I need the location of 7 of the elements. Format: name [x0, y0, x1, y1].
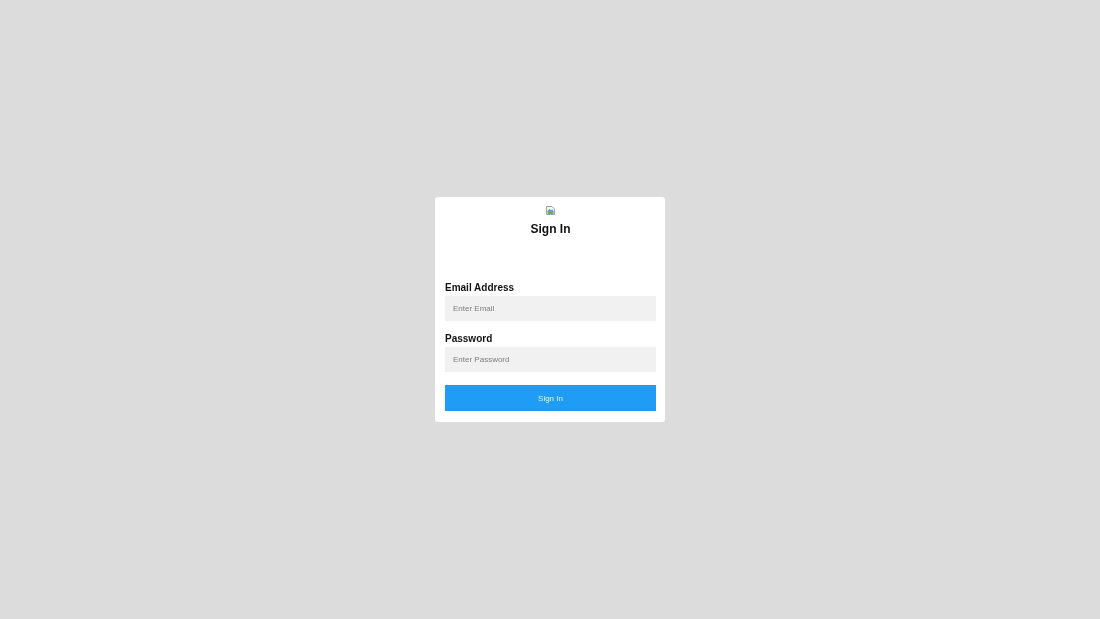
text-field[interactable]: Enter Password — [445, 347, 656, 372]
broken-image-icon — [546, 206, 555, 215]
field-label: Password — [445, 333, 494, 345]
sign-in-button[interactable]: Sign In — [445, 385, 656, 411]
text-field[interactable]: Enter Email — [445, 296, 656, 321]
field-label: Email Address — [445, 282, 516, 294]
page-title: Sign In — [529, 222, 572, 236]
